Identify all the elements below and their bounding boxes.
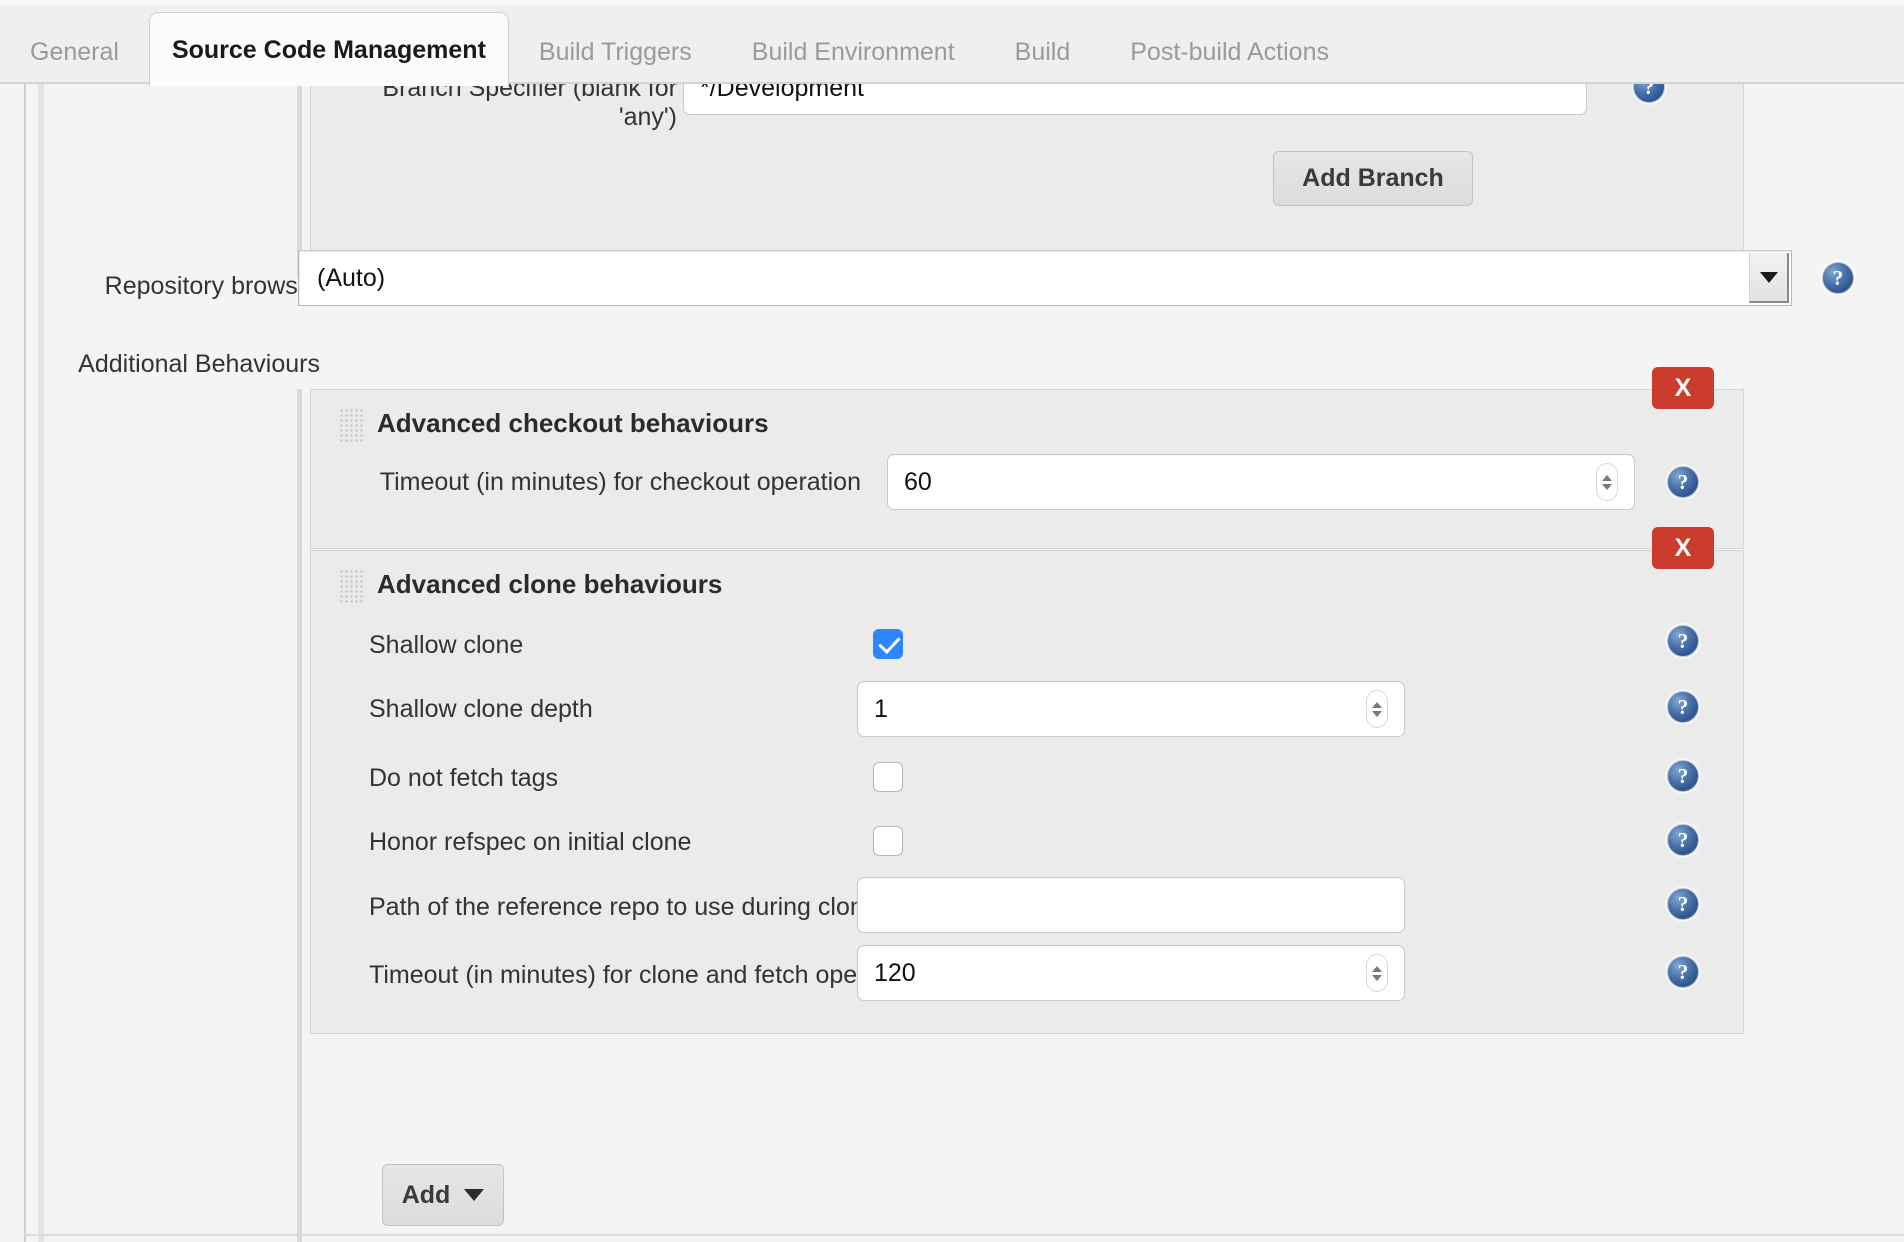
reference-repo-path-input[interactable] xyxy=(857,877,1405,933)
shallow-clone-label: Shallow clone xyxy=(369,631,524,659)
form-inner-rule xyxy=(38,84,44,1242)
help-icon-glyph: ? xyxy=(1832,265,1844,290)
tab-general[interactable]: General xyxy=(0,20,149,84)
delete-advanced-clone-behaviours-button[interactable]: X xyxy=(1652,527,1714,569)
do-not-fetch-tags-help-icon[interactable]: ? xyxy=(1667,760,1699,792)
repository-browser-value: (Auto) xyxy=(317,263,386,292)
honor-refspec-help-icon[interactable]: ? xyxy=(1667,824,1699,856)
clone-fetch-timeout-label: Timeout (in minutes) for clone and fetch… xyxy=(369,961,933,989)
shallow-clone-depth-value: 1 xyxy=(874,694,888,723)
config-tab-bar: General Source Code Management Build Tri… xyxy=(0,0,1904,86)
honor-refspec-checkbox[interactable] xyxy=(873,826,903,856)
help-icon-glyph: ? xyxy=(1677,891,1689,916)
add-behaviour-label: Add xyxy=(401,1180,451,1209)
shallow-clone-depth-input[interactable]: 1 xyxy=(857,681,1405,737)
additional-behaviours-label: Additional Behaviours xyxy=(78,350,320,378)
add-behaviour-button[interactable]: Add xyxy=(382,1164,504,1226)
clone-fetch-timeout-help-icon[interactable]: ? xyxy=(1667,956,1699,988)
repository-browser-select[interactable]: (Auto) xyxy=(298,250,1792,306)
help-icon-glyph: ? xyxy=(1677,763,1689,788)
tab-list: General Source Code Management Build Tri… xyxy=(0,5,1359,86)
checkout-timeout-label: Timeout (in minutes) for checkout operat… xyxy=(379,468,861,496)
add-branch-button[interactable]: Add Branch xyxy=(1273,151,1473,206)
config-form-body: Branches to build X Branch Specifier (bl… xyxy=(0,15,1904,1242)
jenkins-job-config-page: General Source Code Management Build Tri… xyxy=(0,0,1904,1242)
advanced-clone-behaviours-title: Advanced clone behaviours xyxy=(377,569,723,599)
help-icon-glyph: ? xyxy=(1677,628,1689,653)
do-not-fetch-tags-label: Do not fetch tags xyxy=(369,764,559,792)
honor-refspec-label: Honor refspec on initial clone xyxy=(369,828,692,856)
drag-handle-icon[interactable] xyxy=(339,569,363,603)
number-stepper[interactable] xyxy=(1596,463,1618,501)
advanced-checkout-behaviours-block: Advanced checkout behaviours Timeout (in… xyxy=(310,389,1744,549)
form-footer-divider xyxy=(24,1234,1904,1236)
number-stepper[interactable] xyxy=(1366,954,1388,992)
clone-fetch-timeout-input[interactable]: 120 xyxy=(857,945,1405,1001)
tab-build-environment[interactable]: Build Environment xyxy=(722,20,985,84)
help-icon-glyph: ? xyxy=(1677,469,1689,494)
chevron-down-icon xyxy=(464,1189,485,1201)
checkout-timeout-value: 60 xyxy=(904,467,932,496)
help-icon-glyph: ? xyxy=(1677,827,1689,852)
reference-repo-path-help-icon[interactable]: ? xyxy=(1667,888,1699,920)
behaviours-block-rule xyxy=(297,389,302,1242)
advanced-checkout-behaviours-title: Advanced checkout behaviours xyxy=(377,408,769,438)
shallow-clone-depth-help-icon[interactable]: ? xyxy=(1667,691,1699,723)
checkout-timeout-help-icon[interactable]: ? xyxy=(1667,466,1699,498)
chevron-down-icon[interactable] xyxy=(1749,253,1789,303)
reference-repo-path-label: Path of the reference repo to use during… xyxy=(369,893,878,921)
tab-build[interactable]: Build xyxy=(985,20,1101,84)
advanced-clone-behaviours-block: Advanced clone behaviours Shallow clone … xyxy=(310,550,1744,1034)
clone-fetch-timeout-value: 120 xyxy=(874,958,916,987)
do-not-fetch-tags-checkbox[interactable] xyxy=(873,762,903,792)
drag-handle-icon[interactable] xyxy=(339,408,363,442)
help-icon-glyph: ? xyxy=(1677,694,1689,719)
tab-source-code-management[interactable]: Source Code Management xyxy=(148,12,509,86)
checkout-timeout-input[interactable]: 60 xyxy=(887,454,1635,510)
tab-build-triggers[interactable]: Build Triggers xyxy=(509,20,722,84)
form-outer-rule xyxy=(24,84,26,1242)
help-icon-glyph: ? xyxy=(1677,959,1689,984)
repository-browser-label: Repository browser xyxy=(104,272,320,300)
number-stepper[interactable] xyxy=(1366,690,1388,728)
repository-browser-help-icon[interactable]: ? xyxy=(1822,262,1854,294)
shallow-clone-help-icon[interactable]: ? xyxy=(1667,625,1699,657)
shallow-clone-checkbox[interactable] xyxy=(873,629,903,659)
delete-advanced-checkout-behaviours-button[interactable]: X xyxy=(1652,367,1714,409)
shallow-clone-depth-label: Shallow clone depth xyxy=(369,695,593,723)
tab-post-build-actions[interactable]: Post-build Actions xyxy=(1100,20,1359,84)
